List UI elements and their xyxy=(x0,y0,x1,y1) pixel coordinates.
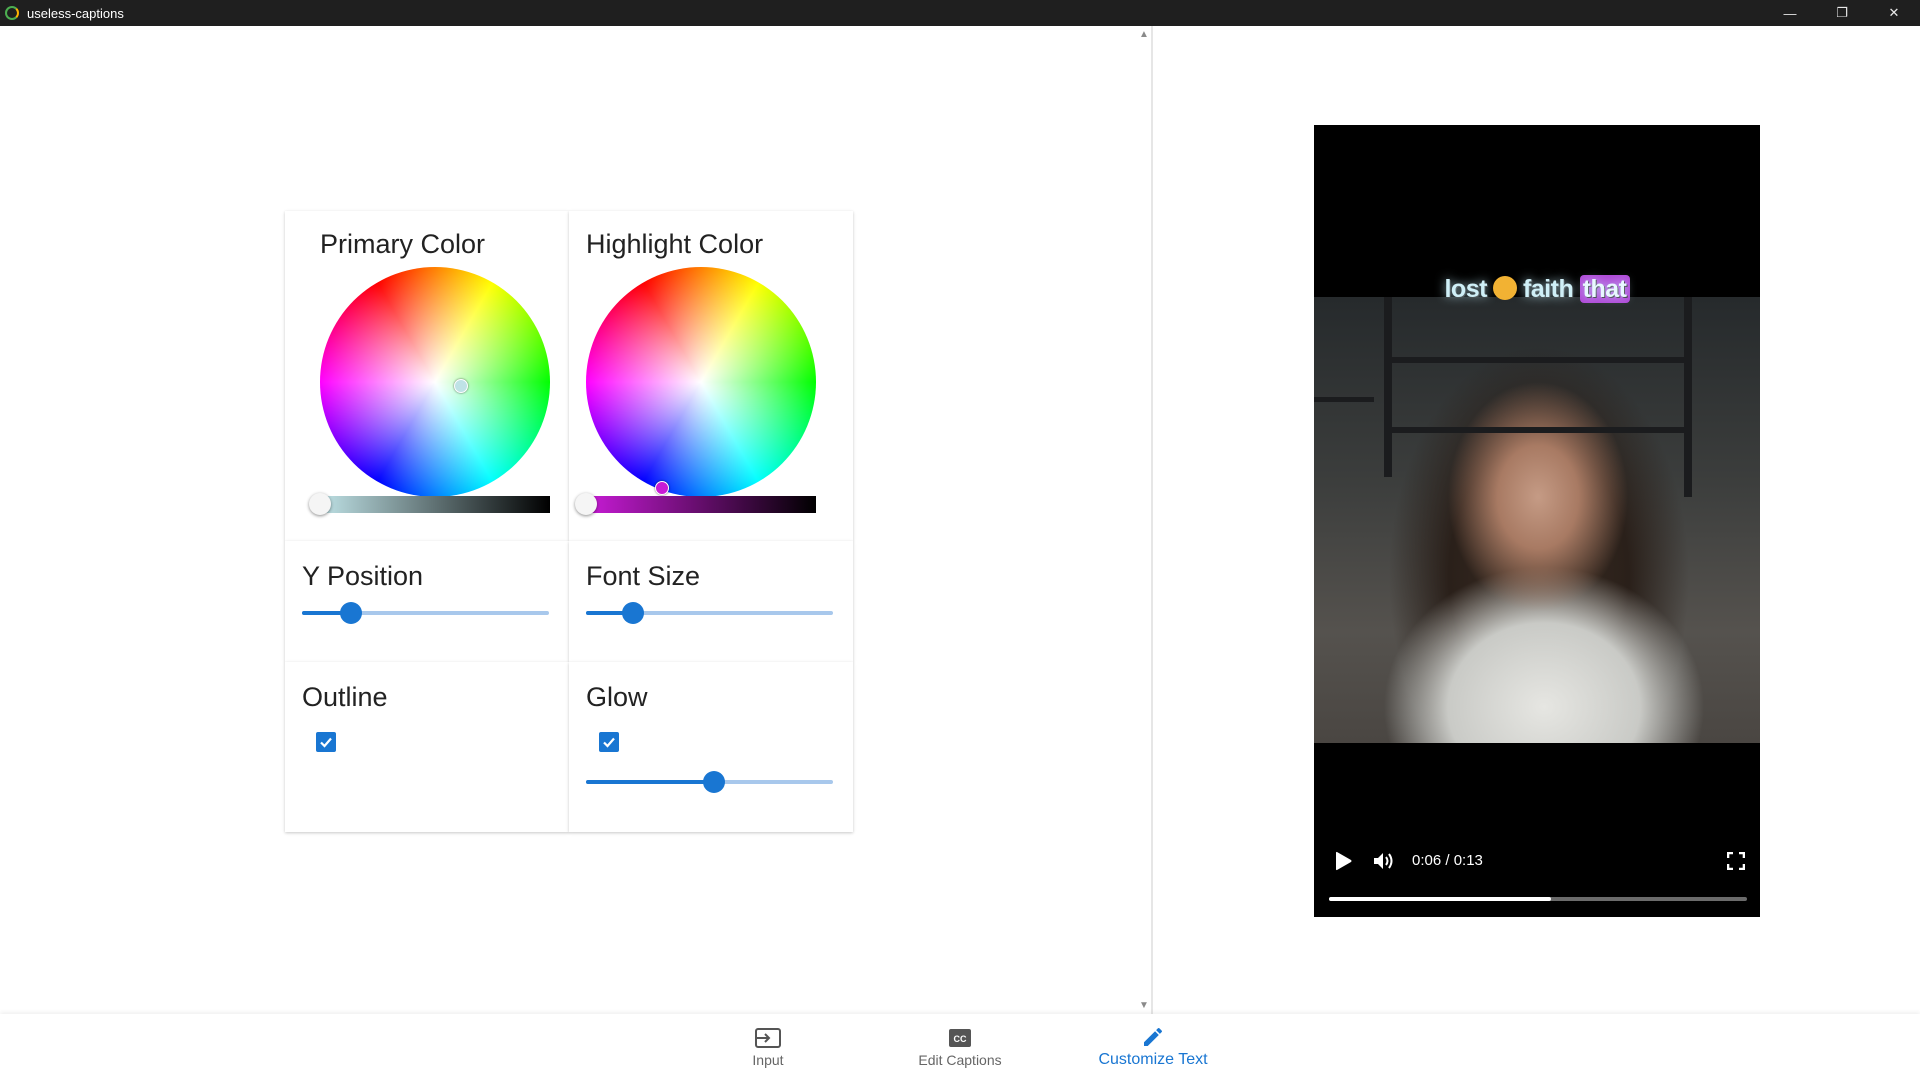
primary-color-value-bar[interactable] xyxy=(320,496,550,513)
window-title: useless-captions xyxy=(27,5,124,21)
volume-icon[interactable] xyxy=(1372,851,1396,871)
primary-color-wheel-handle[interactable] xyxy=(454,379,468,393)
y-position-slider[interactable] xyxy=(302,602,549,624)
glow-slider-fill xyxy=(586,780,714,784)
video-progress-bar[interactable] xyxy=(1329,897,1747,901)
pane-divider[interactable] xyxy=(1151,26,1153,1014)
caption-word: lost xyxy=(1444,275,1487,303)
caption-word: faith xyxy=(1522,275,1574,303)
close-button[interactable]: ✕ xyxy=(1868,0,1920,26)
fullscreen-icon[interactable] xyxy=(1727,852,1745,870)
glow-title: Glow xyxy=(586,682,648,712)
smiling-face-emoji-icon xyxy=(1492,276,1517,300)
video-progress-fill xyxy=(1329,897,1551,901)
font-size-slider-thumb[interactable] xyxy=(622,602,644,624)
pencil-icon xyxy=(1139,1025,1167,1049)
checkmark-icon xyxy=(603,737,615,748)
glow-slider-thumb[interactable] xyxy=(703,771,725,793)
highlight-color-wheel[interactable] xyxy=(586,267,816,497)
title-bar: useless-captions — ❐ ✕ xyxy=(0,0,1920,26)
restore-button[interactable]: ❐ xyxy=(1816,0,1868,26)
glow-checkbox[interactable] xyxy=(599,732,619,752)
video-preview[interactable]: lost faith that xyxy=(1314,125,1760,917)
font-size-title: Font Size xyxy=(586,561,701,591)
primary-color-wheel[interactable] xyxy=(320,267,550,497)
highlight-color-value-bar[interactable] xyxy=(586,496,816,513)
highlight-color-card: Highlight Color xyxy=(569,211,853,541)
nav-input-label: Input xyxy=(752,1052,784,1068)
nav-input[interactable]: Input xyxy=(718,1014,818,1080)
font-size-slider[interactable] xyxy=(586,602,833,624)
primary-color-title: Primary Color xyxy=(320,229,486,259)
nav-edit-captions[interactable]: CC Edit Captions xyxy=(900,1014,1020,1080)
video-frame xyxy=(1314,297,1760,743)
closed-captions-icon: CC xyxy=(946,1026,974,1050)
svg-text:CC: CC xyxy=(954,1034,967,1044)
y-position-card: Y Position xyxy=(285,541,569,662)
highlight-color-value-knob[interactable] xyxy=(575,493,597,515)
outline-title: Outline xyxy=(302,682,388,712)
glow-card: Glow xyxy=(569,662,853,832)
input-icon xyxy=(754,1026,782,1050)
highlight-color-wheel-handle[interactable] xyxy=(655,481,669,495)
time-display: 0:06 / 0:13 xyxy=(1412,852,1483,869)
scroll-up-arrow-icon[interactable]: ▲ xyxy=(1137,29,1151,41)
scroll-down-arrow-icon[interactable]: ▼ xyxy=(1137,1000,1151,1012)
primary-color-card: Primary Color xyxy=(285,211,569,541)
checkmark-icon xyxy=(320,737,332,748)
minimize-button[interactable]: — xyxy=(1764,0,1816,26)
outline-card: Outline xyxy=(285,662,569,832)
highlight-color-title: Highlight Color xyxy=(586,229,764,259)
nav-customize-text[interactable]: Customize Text xyxy=(1083,1014,1223,1080)
outline-checkbox[interactable] xyxy=(316,732,336,752)
app-icon xyxy=(5,6,19,20)
nav-customize-text-label: Customize Text xyxy=(1098,1051,1208,1068)
y-position-slider-thumb[interactable] xyxy=(340,602,362,624)
primary-color-value-knob[interactable] xyxy=(309,493,331,515)
y-position-title: Y Position xyxy=(302,561,424,591)
caption-highlighted-word: that xyxy=(1579,275,1630,303)
glow-intensity-slider[interactable] xyxy=(586,771,833,793)
caption-overlay: lost faith that xyxy=(1314,275,1760,304)
play-icon[interactable] xyxy=(1332,850,1354,872)
bottom-navigation: Input CC Edit Captions Customize Text xyxy=(0,1014,1920,1080)
nav-edit-captions-label: Edit Captions xyxy=(918,1052,1002,1068)
font-size-card: Font Size xyxy=(569,541,853,662)
